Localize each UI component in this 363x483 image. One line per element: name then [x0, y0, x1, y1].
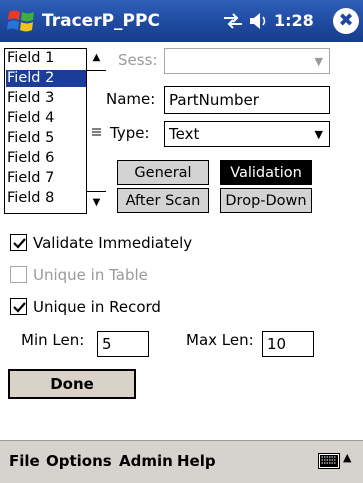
- keyboard-icon[interactable]: [318, 453, 340, 469]
- field-list-item[interactable]: Field 3: [6, 90, 87, 107]
- sess-dropdown: ▼: [164, 48, 330, 74]
- tab-general[interactable]: General: [117, 160, 209, 185]
- menu-help[interactable]: Help: [177, 452, 216, 470]
- unique-in-record-label[interactable]: Unique in Record: [33, 298, 161, 316]
- chevron-down-icon: ▼: [314, 55, 323, 68]
- checkmark-icon: [13, 302, 26, 313]
- type-value: Text: [169, 125, 200, 143]
- field-list-item[interactable]: Field 4: [6, 110, 87, 127]
- app-title: TracerP_PPC: [42, 11, 160, 31]
- scroll-up-icon[interactable]: ▲: [87, 48, 106, 68]
- name-label: Name:: [106, 90, 156, 108]
- checkmark-icon: [13, 238, 26, 249]
- validate-immediately-label[interactable]: Validate Immediately: [33, 234, 192, 252]
- menu-file[interactable]: File: [9, 452, 40, 470]
- menu-options[interactable]: Options: [46, 452, 112, 470]
- menu-admin[interactable]: Admin: [119, 452, 173, 470]
- tab-validation[interactable]: Validation: [220, 160, 312, 185]
- type-dropdown[interactable]: Text ▼: [164, 121, 330, 147]
- type-label: Type:: [110, 124, 150, 142]
- unique-in-table-label: Unique in Table: [33, 266, 148, 284]
- tab-drop-down[interactable]: Drop-Down: [220, 188, 312, 213]
- title-bar: TracerP_PPC 1:28 ✖: [0, 0, 363, 42]
- chevron-down-icon[interactable]: ▼: [315, 128, 323, 141]
- clock[interactable]: 1:28: [274, 11, 314, 30]
- scroll-down-icon[interactable]: ▼: [87, 193, 106, 213]
- sess-label: Sess:: [118, 51, 158, 69]
- field-list-item[interactable]: Field 6: [6, 150, 87, 167]
- min-len-input[interactable]: 5: [97, 331, 149, 357]
- max-len-input[interactable]: 10: [262, 331, 314, 357]
- field-list-item[interactable]: Field 7: [6, 170, 87, 187]
- field-list-item[interactable]: Field 8: [6, 190, 87, 207]
- name-input[interactable]: PartNumber: [164, 86, 330, 114]
- unique-in-table-checkbox: [10, 266, 27, 283]
- validate-immediately-checkbox[interactable]: [10, 234, 27, 251]
- windows-start-icon[interactable]: [6, 6, 36, 36]
- max-len-label: Max Len:: [186, 331, 254, 349]
- connectivity-icon[interactable]: [222, 12, 244, 30]
- field-list-scrollbar[interactable]: ▲ ▼: [86, 48, 106, 214]
- done-button[interactable]: Done: [8, 369, 136, 399]
- field-list-item[interactable]: Field 5: [6, 130, 87, 147]
- tab-after-scan[interactable]: After Scan: [117, 188, 209, 213]
- input-panel-arrow-icon[interactable]: ▲: [343, 451, 351, 464]
- speaker-icon[interactable]: [247, 11, 269, 31]
- field-list-item-selected[interactable]: Field 2: [6, 70, 87, 87]
- unique-in-record-checkbox[interactable]: [10, 298, 27, 315]
- min-len-label: Min Len:: [21, 331, 85, 349]
- field-list-item[interactable]: Field 1: [6, 50, 87, 67]
- scroll-thumb[interactable]: [87, 70, 106, 192]
- menu-bar: File Options Admin Help ▲: [0, 440, 363, 483]
- close-button[interactable]: ✖: [333, 8, 359, 34]
